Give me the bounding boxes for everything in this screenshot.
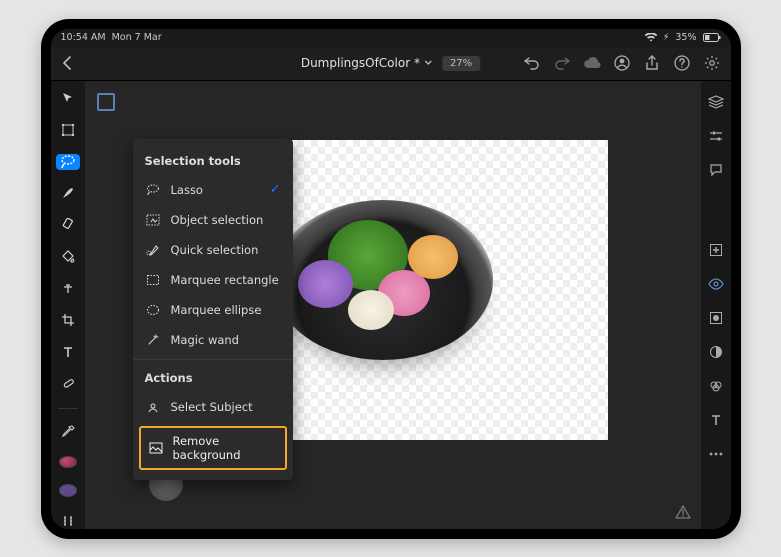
flyout-item-object-selection[interactable]: Object selection (133, 205, 293, 235)
background-color[interactable] (59, 484, 77, 496)
marquee-rectangle-icon (145, 272, 161, 288)
flyout-item-label: Lasso (171, 183, 203, 197)
eyedropper-tool[interactable] (56, 424, 80, 440)
select-subject-icon (145, 399, 161, 415)
flyout-action-label: Remove background (173, 434, 277, 462)
flyout-section-title: Selection tools (133, 147, 293, 175)
food-shape (348, 290, 394, 330)
back-button[interactable] (51, 46, 83, 80)
settings-icon[interactable] (703, 54, 721, 72)
check-icon: ✓ (270, 182, 281, 197)
flyout-item-lasso[interactable]: Lasso ✓ (133, 175, 293, 205)
ruler-options-tool[interactable] (56, 513, 80, 529)
selection-tools-flyout: Selection tools Lasso ✓ Object selection… (133, 139, 293, 480)
tool-divider (58, 408, 78, 409)
flyout-item-label: Marquee ellipse (171, 303, 262, 317)
text-panel-icon[interactable] (707, 411, 725, 429)
flyout-item-quick-selection[interactable]: Quick selection (133, 235, 293, 265)
flyout-item-magic-wand[interactable]: Magic wand (133, 325, 293, 355)
ios-status-bar: 10:54 AM Mon 7 Mar ⚡ 35% (51, 29, 731, 47)
lasso-tool[interactable] (56, 154, 80, 170)
chevron-down-icon (424, 60, 432, 66)
magic-wand-icon (145, 332, 161, 348)
clone-tool[interactable] (56, 281, 80, 297)
flyout-action-label: Select Subject (171, 400, 253, 414)
marquee-ellipse-icon (145, 302, 161, 318)
healing-tool[interactable] (56, 376, 80, 392)
type-tool[interactable] (56, 344, 80, 360)
quick-selection-icon (145, 242, 161, 258)
flyout-item-label: Magic wand (171, 333, 239, 347)
flyout-item-label: Object selection (171, 213, 264, 227)
fill-tool[interactable] (56, 249, 80, 265)
more-options-icon[interactable] (707, 445, 725, 463)
remove-background-icon (149, 442, 163, 454)
warning-icon[interactable] (675, 505, 691, 519)
flyout-item-marquee-ellipse[interactable]: Marquee ellipse (133, 295, 293, 325)
status-time: 10:54 AM (61, 32, 106, 43)
flyout-action-select-subject[interactable]: Select Subject (133, 392, 293, 422)
document-title-dropdown[interactable]: DumplingsOfColor * (301, 56, 432, 70)
add-panel-icon[interactable] (707, 241, 725, 259)
battery-charging-icon: ⚡ (663, 32, 670, 43)
status-battery: 35% (675, 32, 696, 43)
eraser-tool[interactable] (56, 217, 80, 233)
adjustments-icon[interactable] (707, 343, 725, 361)
food-shape (408, 235, 458, 279)
left-tool-rail (51, 81, 85, 529)
battery-icon (703, 33, 721, 42)
properties-panel-icon[interactable] (707, 127, 725, 145)
comments-panel-icon[interactable] (707, 161, 725, 179)
layers-panel-icon[interactable] (707, 93, 725, 111)
lasso-icon (145, 182, 161, 198)
flyout-item-label: Marquee rectangle (171, 273, 279, 287)
flyout-item-label: Quick selection (171, 243, 259, 257)
brush-tool[interactable] (56, 186, 80, 202)
transform-tool[interactable] (56, 122, 80, 138)
navigator-thumbnail[interactable] (97, 93, 115, 111)
tablet-frame: 10:54 AM Mon 7 Mar ⚡ 35% Dumplin (41, 19, 741, 539)
app-top-bar: DumplingsOfColor * 27% (51, 47, 731, 81)
object-selection-icon (145, 212, 161, 228)
food-shape (298, 260, 353, 308)
app-screen: 10:54 AM Mon 7 Mar ⚡ 35% Dumplin (51, 29, 731, 529)
status-date: Mon 7 Mar (112, 32, 162, 43)
redo-button[interactable] (553, 54, 571, 72)
flyout-action-remove-background[interactable]: Remove background (139, 426, 287, 470)
workspace: Selection tools Lasso ✓ Object selection… (51, 81, 731, 529)
undo-button[interactable] (523, 54, 541, 72)
cloud-sync-icon[interactable] (583, 54, 601, 72)
canvas-area[interactable]: Selection tools Lasso ✓ Object selection… (85, 81, 701, 529)
mask-icon[interactable] (707, 309, 725, 327)
help-icon[interactable] (673, 54, 691, 72)
flyout-section-title: Actions (133, 364, 293, 392)
filters-icon[interactable] (707, 377, 725, 395)
wifi-icon (645, 33, 657, 42)
visibility-icon[interactable] (707, 275, 725, 293)
share-icon[interactable] (643, 54, 661, 72)
crop-tool[interactable] (56, 312, 80, 328)
zoom-level[interactable]: 27% (442, 56, 480, 71)
flyout-separator (133, 359, 293, 360)
account-icon[interactable] (613, 54, 631, 72)
move-tool[interactable] (56, 91, 80, 107)
document-name: DumplingsOfColor * (301, 56, 420, 70)
foreground-color[interactable] (59, 456, 77, 468)
flyout-item-marquee-rectangle[interactable]: Marquee rectangle (133, 265, 293, 295)
right-panel-rail (701, 81, 731, 529)
